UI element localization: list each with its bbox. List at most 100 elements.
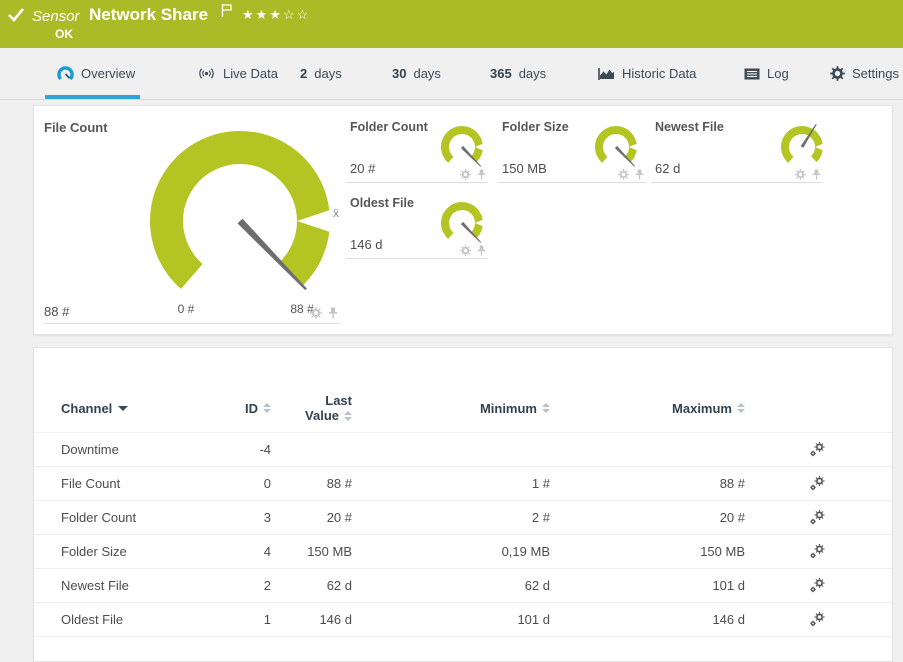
- tab-log[interactable]: Log: [744, 48, 789, 99]
- mini-gauge-folder-size: Folder Size 150 MB: [498, 116, 646, 183]
- table-row: Folder Count 3 20 # 2 # 20 #: [34, 501, 892, 535]
- gauges-panel: File Count 0 # 88 # 88 #: [33, 105, 893, 335]
- channel-settings-icon[interactable]: [809, 441, 826, 458]
- tab-overview[interactable]: Overview: [57, 48, 135, 99]
- maximum-value: 146 d: [550, 612, 745, 627]
- tab-number: 365: [490, 66, 512, 81]
- sort-arrows-icon: [344, 411, 352, 421]
- gauge-value: 20 #: [350, 161, 375, 176]
- header-last-value[interactable]: Last Value: [271, 393, 352, 423]
- log-icon: [744, 68, 760, 80]
- minimum-value: 101 d: [352, 612, 550, 627]
- channel-name: Folder Size: [34, 544, 231, 559]
- tab-bar: Overview Live Data 2 days 30 days 365 da…: [0, 48, 903, 100]
- channel-settings-icon[interactable]: [809, 577, 826, 594]
- tab-settings[interactable]: Settings: [830, 48, 899, 99]
- table-row: File Count 0 88 # 1 # 88 #: [34, 467, 892, 501]
- last-value: 150 MB: [271, 544, 352, 559]
- header-channel[interactable]: Channel: [34, 401, 231, 416]
- channel-name: Oldest File: [34, 612, 231, 627]
- live-data-icon: [197, 67, 216, 80]
- gauge-title: Folder Size: [502, 120, 569, 134]
- gear-icon[interactable]: [795, 169, 806, 180]
- gauge-title: File Count: [44, 120, 108, 135]
- mini-gauge-folder-count: Folder Count 20 #: [346, 116, 488, 183]
- maximum-value: 20 #: [550, 510, 745, 525]
- channel-name: Newest File: [34, 578, 231, 593]
- flag-icon[interactable]: [221, 4, 233, 18]
- channel-settings-icon[interactable]: [809, 475, 826, 492]
- gauge-title: Folder Count: [350, 120, 428, 134]
- maximum-value: 150 MB: [550, 544, 745, 559]
- gear-icon[interactable]: [460, 169, 471, 180]
- mini-gauge: [434, 199, 490, 251]
- sort-arrows-icon: [263, 403, 271, 413]
- channel-settings-icon[interactable]: [809, 509, 826, 526]
- last-value: 146 d: [271, 612, 352, 627]
- last-value: 20 #: [271, 510, 352, 525]
- table-row: Newest File 2 62 d 62 d 101 d: [34, 569, 892, 603]
- pin-icon[interactable]: [477, 169, 486, 180]
- stars-filled: ★★★: [242, 7, 283, 22]
- channel-table-panel: Channel ID Last Value Minimum Maximum: [33, 347, 893, 662]
- historic-data-icon: [598, 67, 615, 81]
- minimum-value: 2 #: [352, 510, 550, 525]
- tab-label: Historic Data: [622, 66, 696, 81]
- gauge-value: 88 #: [44, 304, 69, 319]
- mini-gauge-newest-file: Newest File 62 d: [651, 116, 823, 183]
- tab-live-data[interactable]: Live Data: [197, 48, 278, 99]
- mini-gauge: [774, 123, 830, 175]
- header-minimum[interactable]: Minimum: [352, 401, 550, 416]
- tab-historic-data[interactable]: Historic Data: [598, 48, 696, 99]
- sensor-header: Sensor Network Share ★★★☆☆ OK: [0, 0, 903, 48]
- minimum-value: 62 d: [352, 578, 550, 593]
- gauge-title: Oldest File: [350, 196, 414, 210]
- tab-365-days[interactable]: 365 days: [490, 48, 546, 99]
- tab-number: 2: [300, 66, 307, 81]
- tab-30-days[interactable]: 30 days: [392, 48, 441, 99]
- stars-empty: ☆☆: [283, 7, 310, 22]
- channel-settings-icon[interactable]: [809, 543, 826, 560]
- gear-icon[interactable]: [460, 245, 471, 256]
- channel-id: 0: [231, 476, 271, 491]
- gauge-icon: [57, 66, 74, 82]
- pin-icon[interactable]: [477, 245, 486, 256]
- tab-label: Overview: [81, 66, 135, 81]
- primary-gauge-file-count: File Count 0 # 88 # 88 #: [44, 114, 340, 324]
- sensor-status-badge: OK: [55, 27, 73, 41]
- pin-icon[interactable]: [328, 307, 338, 319]
- gear-icon[interactable]: [310, 307, 322, 319]
- table-row: Folder Size 4 150 MB 0,19 MB 150 MB: [34, 535, 892, 569]
- gauge-value: 62 d: [655, 161, 680, 176]
- status-ok-check-icon: [7, 7, 25, 23]
- header-id[interactable]: ID: [231, 401, 271, 416]
- pin-icon[interactable]: [635, 169, 644, 180]
- gear-icon[interactable]: [618, 169, 629, 180]
- sort-arrows-icon: [737, 403, 745, 413]
- tab-label: days: [314, 66, 341, 81]
- sensor-type-label: Sensor: [32, 8, 80, 25]
- tab-label: Log: [767, 66, 789, 81]
- table-row: Downtime -4: [34, 433, 892, 467]
- channel-settings-icon[interactable]: [809, 611, 826, 628]
- header-maximum[interactable]: Maximum: [550, 401, 745, 416]
- mini-gauge: [434, 123, 490, 175]
- tab-number: 30: [392, 66, 406, 81]
- minimum-value: 0,19 MB: [352, 544, 550, 559]
- gauge-value: 150 MB: [502, 161, 547, 176]
- gauge-value: 146 d: [350, 237, 383, 252]
- gauge-scale-min: 0 #: [178, 302, 195, 316]
- channel-id: -4: [231, 442, 271, 457]
- channel-id: 2: [231, 578, 271, 593]
- channel-name: File Count: [34, 476, 231, 491]
- priority-stars[interactable]: ★★★☆☆: [242, 7, 310, 23]
- sort-caret-down-icon: [118, 406, 128, 411]
- gear-icon: [830, 66, 845, 81]
- channel-id: 1: [231, 612, 271, 627]
- channel-name: Downtime: [34, 442, 231, 457]
- tab-label: Live Data: [223, 66, 278, 81]
- pin-icon[interactable]: [812, 169, 821, 180]
- sort-arrows-icon: [542, 403, 550, 413]
- gauge-title: Newest File: [655, 120, 724, 134]
- tab-2-days[interactable]: 2 days: [300, 48, 342, 99]
